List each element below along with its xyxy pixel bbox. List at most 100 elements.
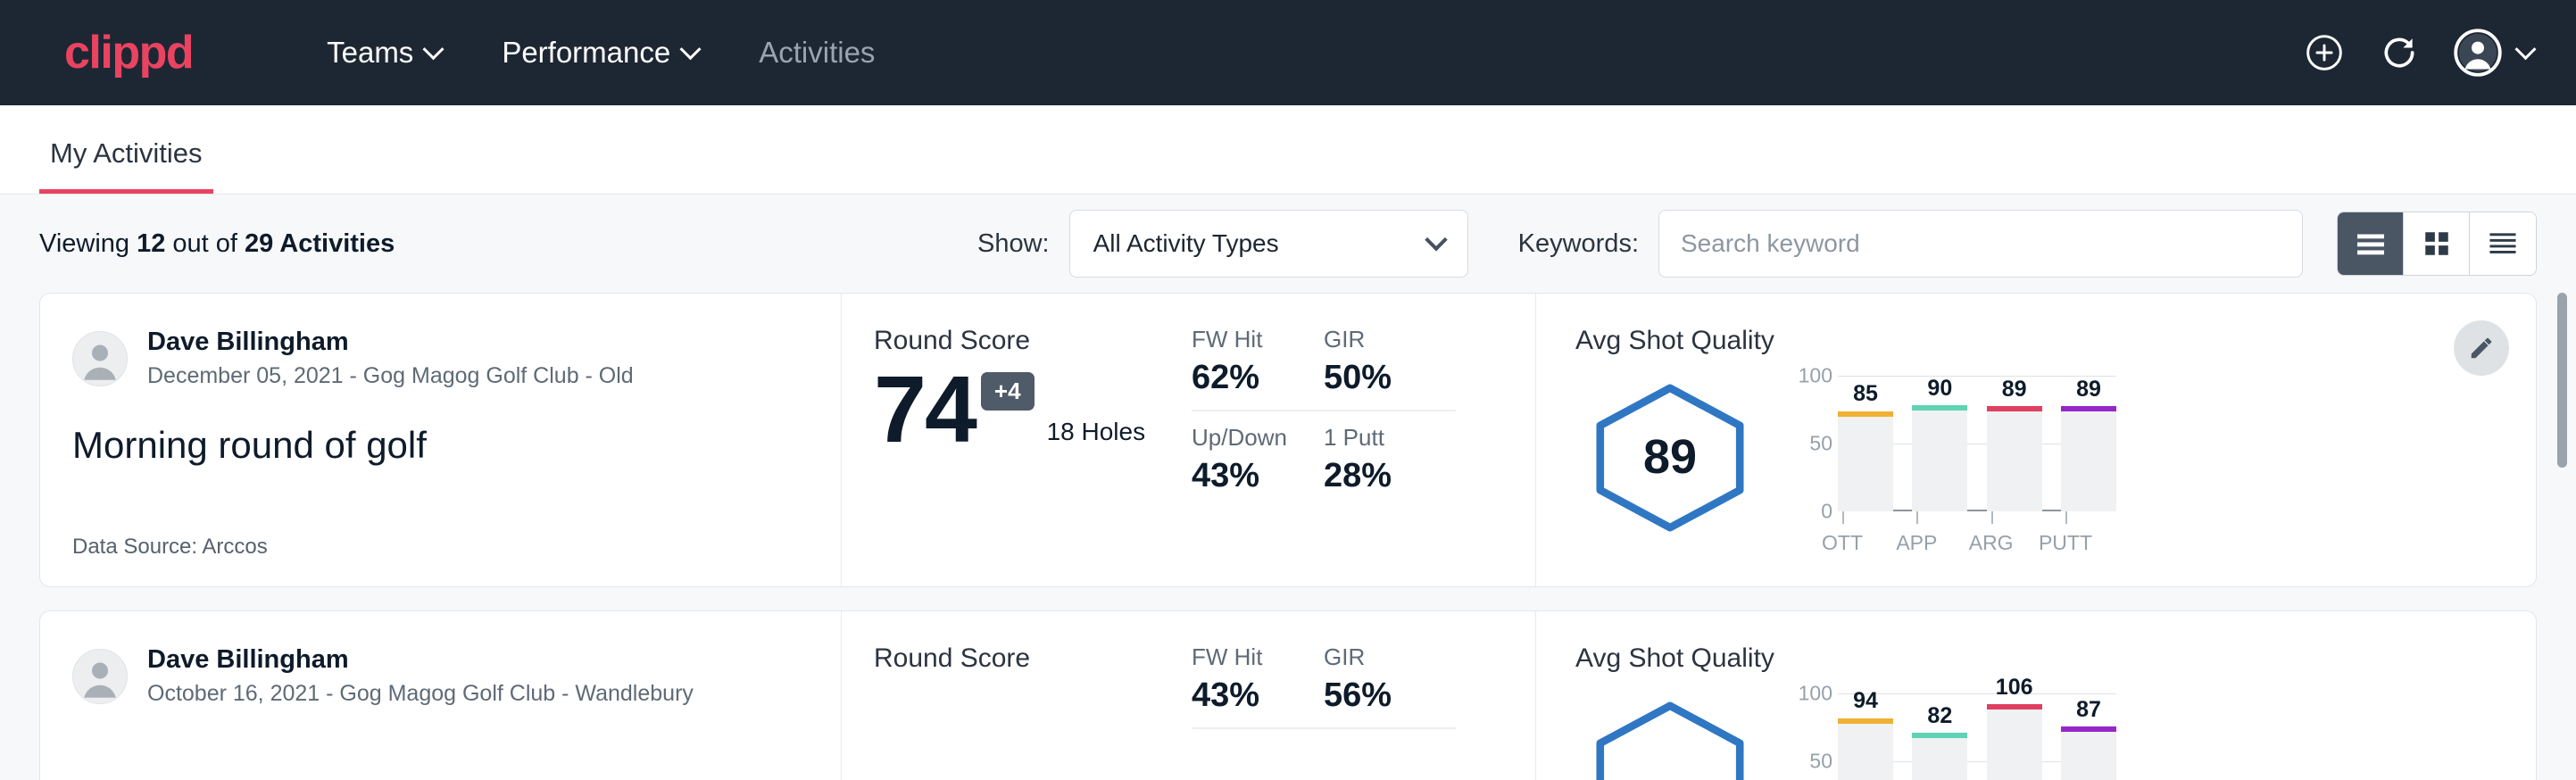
clippd-logo[interactable]: clippd: [64, 29, 193, 76]
x-tick-ott: OTT: [1815, 511, 1870, 555]
activity-author: Dave Billingham December 05, 2021 - Gog …: [72, 326, 805, 392]
nav-item-activities-label: Activities: [759, 36, 875, 70]
stat-fw-hit-value: 62%: [1192, 359, 1309, 397]
person-icon: [73, 331, 127, 386]
activity-card[interactable]: Dave Billingham October 16, 2021 - Gog M…: [39, 610, 2537, 780]
bar-app-value: 82: [1927, 703, 1952, 729]
shot-quality-chart-plot: 100 50 0 94: [1788, 677, 2116, 780]
stat-gir: GIR 56%: [1324, 643, 1456, 729]
nav-item-activities[interactable]: Activities: [728, 36, 905, 70]
account-menu[interactable]: [2454, 29, 2533, 77]
round-stats: FW Hit 43% GIR 56%: [1192, 643, 1456, 780]
nav-item-teams-label: Teams: [327, 36, 413, 70]
round-score-label: Round Score: [874, 326, 1188, 356]
score-differential-badge: +4: [981, 372, 1035, 411]
round-stats: FW Hit 62% GIR 50% Up/Down 43% 1 Putt 28…: [1192, 326, 1456, 560]
activity-meta: December 05, 2021 - Gog Magog Golf Club …: [147, 361, 634, 392]
holes-played: 18 Holes: [1047, 418, 1146, 455]
author-name: Dave Billingham: [147, 326, 634, 358]
scrollbar-thumb[interactable]: [2557, 293, 2567, 468]
shot-quality-label: Avg Shot Quality: [1575, 643, 2500, 674]
compact-view-button[interactable]: [2470, 212, 2536, 275]
viewing-suffix: Activities: [273, 229, 395, 258]
stat-gir: GIR 50%: [1324, 326, 1456, 411]
stat-fw-hit-value: 43%: [1192, 676, 1309, 715]
shot-quality-body: 89 100 50 0 85: [1575, 360, 2500, 555]
page-scrollbar[interactable]: [2557, 293, 2567, 780]
navbar-actions: [2304, 29, 2533, 77]
pencil-icon: [2468, 335, 2495, 361]
activity-summary: Dave Billingham December 05, 2021 - Gog …: [40, 294, 842, 586]
plus-circle-icon: [2305, 33, 2344, 72]
activity-author: Dave Billingham October 16, 2021 - Gog M…: [72, 643, 805, 709]
chart-y-axis: 100 50 0: [1788, 693, 1838, 780]
stat-fw-hit-label: FW Hit: [1192, 643, 1309, 671]
bar-putt-value: 87: [2076, 697, 2101, 723]
bar-putt: 89: [2061, 376, 2116, 511]
round-score-row: [874, 683, 1188, 692]
activity-meta: October 16, 2021 - Gog Magog Golf Club -…: [147, 679, 694, 709]
activity-scores: Round Score FW Hit 43% GIR 56%: [842, 611, 1536, 780]
round-score-value: 74: [874, 365, 976, 455]
author-name: Dave Billingham: [147, 643, 694, 676]
grid-view-icon: [2422, 228, 2452, 259]
bar-putt-value: 89: [2076, 377, 2101, 402]
bar-app-rect: [1912, 405, 1967, 511]
stat-one-putt: 1 Putt 28%: [1324, 411, 1456, 495]
add-button[interactable]: [2304, 32, 2345, 73]
bar-arg-value: 89: [2002, 377, 2027, 402]
stat-gir-value: 50%: [1324, 359, 1442, 397]
bar-putt: 87: [2061, 693, 2116, 780]
bar-putt-rect: [2061, 406, 2116, 511]
x-tick-arg: ARG: [1964, 511, 2019, 555]
primary-nav: Teams Performance Activities: [296, 36, 905, 70]
activity-type-select-value: All Activity Types: [1093, 229, 1279, 258]
top-navbar: clippd Teams Performance Activities: [0, 0, 2576, 105]
stat-gir-value: 56%: [1324, 676, 1442, 715]
stat-fw-hit: FW Hit 62%: [1192, 326, 1324, 411]
chevron-down-icon: [423, 38, 445, 60]
tab-my-activities[interactable]: My Activities: [39, 137, 213, 194]
shot-quality-body: 100 50 0 94: [1575, 677, 2500, 780]
bar-ott-value: 94: [1853, 688, 1878, 714]
nav-item-teams[interactable]: Teams: [296, 36, 471, 70]
viewing-summary: Viewing 12 out of 29 Activities: [39, 229, 395, 259]
nav-item-performance[interactable]: Performance: [471, 36, 728, 70]
round-score-block: Round Score: [874, 643, 1188, 780]
round-score-block: Round Score 74 +4 18 Holes: [874, 326, 1188, 560]
edit-activity-button[interactable]: [2454, 320, 2509, 376]
bar-ott-value: 85: [1853, 381, 1878, 407]
y-tick-100: 100: [1799, 364, 1832, 388]
compact-view-icon: [2487, 229, 2519, 258]
stat-gir-label: GIR: [1324, 643, 1442, 671]
shot-quality-panel: Avg Shot Quality 89 100 50 0: [1536, 294, 2536, 586]
activity-summary: Dave Billingham October 16, 2021 - Gog M…: [40, 611, 842, 780]
tab-bar: My Activities: [0, 105, 2576, 195]
hexagon-icon: [1583, 697, 1757, 780]
shot-quality-panel: Avg Shot Quality 100 50 0: [1536, 611, 2536, 780]
search-input[interactable]: [1658, 210, 2303, 278]
activity-type-select[interactable]: All Activity Types: [1069, 210, 1468, 278]
chevron-down-icon: [1425, 228, 1447, 251]
bar-app-value: 90: [1927, 376, 1952, 402]
activity-card[interactable]: Dave Billingham December 05, 2021 - Gog …: [39, 293, 2537, 587]
bar-arg: 106: [1987, 693, 2042, 780]
refresh-button[interactable]: [2379, 32, 2420, 73]
bar-putt-rect: [2061, 726, 2116, 780]
activity-data-source: Data Source: Arccos: [72, 535, 805, 560]
stat-fw-hit: FW Hit 43%: [1192, 643, 1324, 729]
bar-app: 90: [1912, 376, 1967, 511]
chart-plot-area: 85 90 89 89: [1838, 376, 2116, 511]
shot-quality-label: Avg Shot Quality: [1575, 326, 2500, 356]
stat-up-down-label: Up/Down: [1192, 424, 1309, 452]
bar-arg-rect: [1987, 704, 2042, 780]
chart-plot-area: 94 82 106 8: [1838, 693, 2116, 780]
person-icon: [73, 649, 127, 704]
viewing-middle: out of: [165, 229, 245, 258]
y-tick-50: 50: [1809, 750, 1832, 774]
bar-ott: 94: [1838, 693, 1893, 780]
grid-view-button[interactable]: [2404, 212, 2470, 275]
bar-arg-rect: [1987, 406, 2042, 511]
activities-list: Dave Billingham December 05, 2021 - Gog …: [0, 293, 2576, 780]
list-view-button[interactable]: [2338, 212, 2404, 275]
